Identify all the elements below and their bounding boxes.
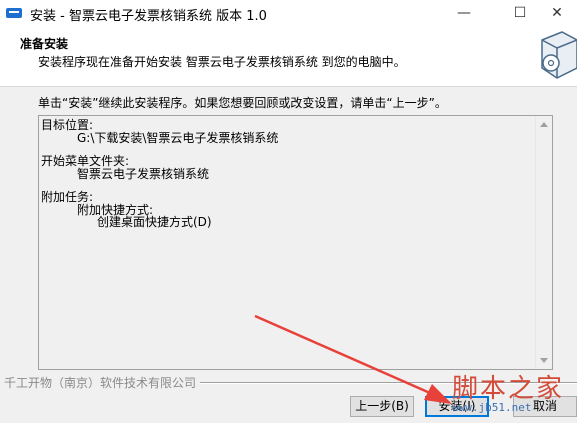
page-subtitle: 安装程序现在准备开始安装 智票云电子发票核销系统 到您的电脑中。	[38, 55, 406, 69]
watermark-logo: 脚本之家	[452, 374, 565, 404]
watermark: 脚本之家 www.jb51.net	[448, 366, 577, 423]
back-button[interactable]: 上一步(B)	[350, 396, 414, 417]
memo-line: 创建桌面快捷方式(D)	[97, 215, 212, 229]
minimize-button[interactable]: —	[444, 2, 484, 24]
window-title: 安装 - 智票云电子发票核销系统 版本 1.0	[30, 9, 267, 24]
watermark-url: www.jb51.net	[452, 401, 532, 414]
page-title: 准备安装	[20, 37, 69, 51]
wizard-header: 准备安装 安装程序现在准备开始安装 智票云电子发票核销系统 到您的电脑中。	[0, 26, 577, 87]
maximize-button[interactable]: ☐	[500, 2, 540, 24]
memo-line: G:\下载安装\智票云电子发票核销系统	[77, 131, 279, 145]
scroll-up-icon[interactable]	[540, 122, 548, 127]
memo-line: 智票云电子发票核销系统	[77, 167, 210, 181]
close-button[interactable]: ✕	[537, 2, 577, 24]
app-icon	[6, 8, 22, 18]
company-label: 千工开物（南京）软件技术有限公司	[4, 374, 201, 391]
instruction-text: 单击“安装”继续此安装程序。如果您想要回顾或改变设置，请单击“上一步”。	[38, 96, 447, 110]
memo-scrollbar[interactable]	[535, 116, 552, 369]
title-bar: 安装 - 智票云电子发票核销系统 版本 1.0 — ☐ ✕	[0, 0, 577, 26]
installer-box-disc-icon	[541, 31, 577, 79]
scroll-down-icon[interactable]	[540, 358, 548, 363]
ready-memo-box[interactable]: 目标位置: G:\下载安装\智票云电子发票核销系统 开始菜单文件夹: 智票云电子…	[38, 115, 553, 370]
